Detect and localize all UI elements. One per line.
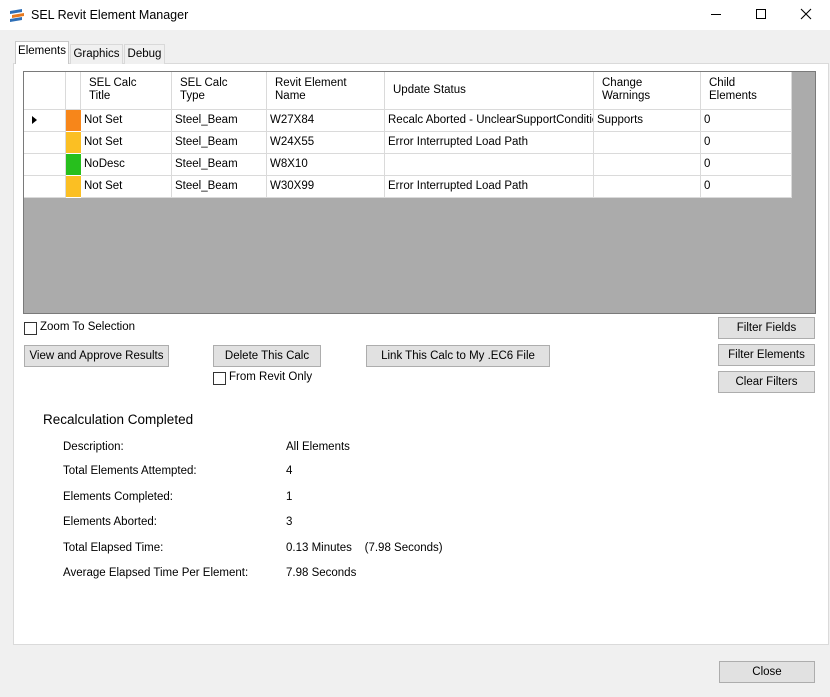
close-button[interactable]: Close [719, 661, 815, 683]
title-bar: SEL Revit Element Manager [0, 0, 830, 31]
cell-type[interactable]: Steel_Beam [172, 154, 267, 176]
from-revit-only-label: From Revit Only [229, 371, 313, 383]
link-calc-button[interactable]: Link This Calc to My .EC6 File [366, 345, 550, 367]
cell-title[interactable]: Not Set [81, 176, 172, 198]
summary-value: 1 [286, 491, 293, 503]
cell-name[interactable]: W24X55 [267, 132, 385, 154]
tab-graphics[interactable]: Graphics [70, 44, 123, 64]
cell-update-status[interactable] [385, 154, 594, 176]
cell-warnings[interactable] [594, 154, 701, 176]
cell-update-status[interactable]: Error Interrupted Load Path [385, 176, 594, 198]
column-header-update-status[interactable]: Update Status [385, 72, 594, 110]
summary-label: Total Elapsed Time: [63, 542, 164, 554]
view-approve-results-button[interactable]: View and Approve Results [24, 345, 169, 367]
grid-header: SEL Calc Title SEL Calc Type Revit Eleme… [24, 72, 792, 110]
table-row[interactable]: Not Set Steel_Beam W27X84 Recalc Aborted… [24, 110, 792, 132]
delete-calc-button[interactable]: Delete This Calc [213, 345, 321, 367]
elements-grid[interactable]: SEL Calc Title SEL Calc Type Revit Eleme… [23, 71, 816, 314]
table-row[interactable]: Not Set Steel_Beam W30X99 Error Interrup… [24, 176, 792, 198]
status-color-cell [66, 110, 81, 131]
column-header-child-elements[interactable]: Child Elements [701, 72, 792, 110]
row-header[interactable] [24, 154, 66, 176]
cell-type[interactable]: Steel_Beam [172, 176, 267, 198]
summary-label: Description: [63, 441, 124, 453]
status-color-cell [66, 154, 81, 175]
cell-children[interactable]: 0 [701, 176, 792, 198]
from-revit-only-checkbox[interactable] [213, 372, 226, 385]
tab-elements[interactable]: Elements [15, 41, 69, 64]
cell-name[interactable]: W30X99 [267, 176, 385, 198]
row-header[interactable] [24, 110, 66, 132]
status-color-cell [66, 132, 81, 153]
summary-label: Elements Aborted: [63, 516, 157, 528]
maximize-icon [755, 8, 767, 23]
summary-label: Average Elapsed Time Per Element: [63, 567, 249, 579]
tab-debug[interactable]: Debug [124, 44, 165, 64]
summary-label: Elements Completed: [63, 491, 173, 503]
row-header[interactable] [24, 132, 66, 154]
column-header-sel-calc-title[interactable]: SEL Calc Title [81, 72, 172, 110]
table-row[interactable]: Not Set Steel_Beam W24X55 Error Interrup… [24, 132, 792, 154]
cell-warnings[interactable] [594, 132, 701, 154]
filter-fields-button[interactable]: Filter Fields [718, 317, 815, 339]
current-row-arrow-icon [32, 116, 37, 124]
status-column-header [66, 72, 81, 110]
cell-update-status[interactable]: Error Interrupted Load Path [385, 132, 594, 154]
cell-name[interactable]: W8X10 [267, 154, 385, 176]
table-row[interactable]: NoDesc Steel_Beam W8X10 0 [24, 154, 792, 176]
window-title: SEL Revit Element Manager [31, 8, 189, 22]
minimize-icon [710, 8, 722, 23]
close-window-button[interactable] [783, 0, 829, 31]
summary-value: 0.13 Minutes (7.98 Seconds) [286, 542, 443, 554]
column-header-revit-element-name[interactable]: Revit Element Name [267, 72, 385, 110]
summary-value: 7.98 Seconds [286, 567, 357, 579]
column-header-change-warnings[interactable]: Change Warnings [594, 72, 701, 110]
status-color-cell [66, 176, 81, 197]
cell-update-status[interactable]: Recalc Aborted - UnclearSupportCondition [385, 110, 594, 132]
summary-label: Total Elements Attempted: [63, 465, 197, 477]
zoom-to-selection-label: Zoom To Selection [40, 321, 136, 333]
summary-value: 3 [286, 516, 293, 528]
close-icon [800, 8, 812, 23]
cell-title[interactable]: NoDesc [81, 154, 172, 176]
clear-filters-button[interactable]: Clear Filters [718, 371, 815, 393]
minimize-button[interactable] [693, 0, 739, 31]
maximize-button[interactable] [738, 0, 784, 31]
row-header-corner [24, 72, 66, 110]
filter-elements-button[interactable]: Filter Elements [718, 344, 815, 366]
cell-warnings[interactable] [594, 176, 701, 198]
summary-value: 4 [286, 465, 293, 477]
cell-title[interactable]: Not Set [81, 132, 172, 154]
cell-children[interactable]: 0 [701, 132, 792, 154]
zoom-to-selection-checkbox[interactable] [24, 322, 37, 335]
cell-title[interactable]: Not Set [81, 110, 172, 132]
sel-logo-icon [9, 8, 25, 24]
row-header[interactable] [24, 176, 66, 198]
summary-value: All Elements [286, 441, 350, 453]
cell-children[interactable]: 0 [701, 110, 792, 132]
cell-warnings[interactable]: Supports [594, 110, 701, 132]
summary-title: Recalculation Completed [43, 412, 194, 427]
cell-type[interactable]: Steel_Beam [172, 110, 267, 132]
column-header-sel-calc-type[interactable]: SEL Calc Type [172, 72, 267, 110]
cell-type[interactable]: Steel_Beam [172, 132, 267, 154]
cell-children[interactable]: 0 [701, 154, 792, 176]
cell-name[interactable]: W27X84 [267, 110, 385, 132]
